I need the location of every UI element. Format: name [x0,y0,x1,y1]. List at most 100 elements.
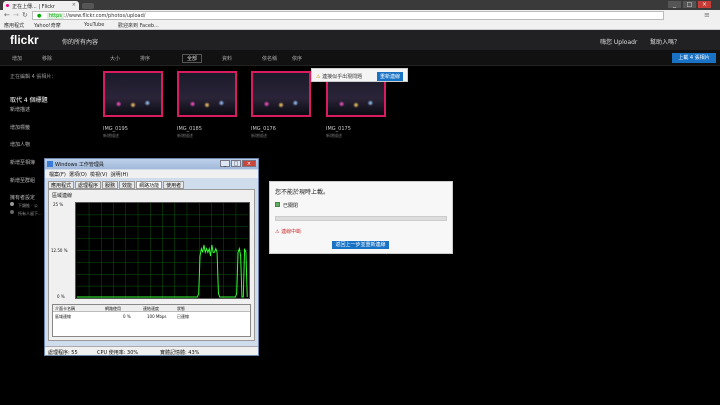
url-scheme: https [47,13,64,19]
photo-thumbnail[interactable] [103,71,163,117]
browser-tab-strip [0,0,720,10]
bookmark-apps[interactable]: 應用程式 [4,22,24,29]
cell-adapter: 區域連線 [55,314,71,319]
checkbox-icon[interactable] [275,202,280,207]
y-tick-label: 0 % [57,294,65,299]
y-tick-label: 12.50 % [51,248,68,253]
networking-panel: 區域連線 25 % 12.50 % 0 % 介面卡名稱 網路使用 連結速度 狀態… [48,189,255,341]
bookmark-youtube[interactable]: YouTube [84,22,104,28]
reconnect-button[interactable]: 重新連線 [376,72,403,81]
radio-icon[interactable] [10,202,14,206]
photo-description[interactable]: 新增描述 [103,133,119,139]
tab-services[interactable]: 服務 [102,181,119,189]
photo-description[interactable]: 新增描述 [251,133,267,139]
notice-text: 連接似乎出現問題 [322,74,363,80]
photo-name[interactable]: IMG_0175 [326,126,351,132]
back-arrow-icon[interactable]: ← [4,11,10,19]
adapter-list: 介面卡名稱 網路使用 連結速度 狀態 區域連線 0 % 100 Mbps 已連線 [52,304,251,337]
forward-arrow-icon[interactable]: → [13,11,19,19]
cell-state: 已連線 [177,314,189,319]
cell-speed: 100 Mbps [147,314,167,319]
photo-name[interactable]: IMG_0185 [177,126,202,132]
tab-users[interactable]: 使用者 [163,181,185,189]
flickr-header: 你的所有內容 嗨您 Uploadr 幫助入嗎？ [0,30,720,50]
upload-photos-button[interactable]: 上載 4 張相片 [672,53,716,63]
flickr-logo[interactable]: flickr [10,33,39,47]
toolbar-sort[interactable]: 排序 [140,55,150,62]
sidebar-license[interactable]: 所有人留下... [18,211,42,217]
toolbar-add[interactable]: 增加 [12,55,22,62]
tab-applications[interactable]: 應用程式 [48,181,75,189]
sidebar-add-tags[interactable]: 增加標籤 [10,124,30,131]
photo-description[interactable]: 新增描述 [326,133,342,139]
connection-notice: ⚠ 連接似乎出現問題 重新連線 [311,68,408,82]
upload-progress-bar [275,216,447,221]
photo-name[interactable]: IMG_0176 [251,126,276,132]
col-usage[interactable]: 網路使用 [105,306,121,312]
toolbar-info[interactable]: 資料 [222,55,232,62]
nav-your-content[interactable]: 你的所有內容 [62,37,98,46]
window-minimize-button[interactable]: _ [668,1,681,8]
task-manager-title: Windows 工作管理員 [55,162,104,168]
photo-description[interactable]: 新增描述 [177,133,193,139]
reload-icon[interactable]: ↻ [22,11,28,19]
menu-icon[interactable]: ≡ [704,11,710,19]
url-input[interactable]: ● https://www.flickr.com/photos/upload/ [32,11,664,20]
network-usage-series [76,244,248,298]
nav-help[interactable]: 幫助入嗎？ [650,37,680,46]
radio-icon[interactable] [10,210,14,214]
tab-processes[interactable]: 處理程序 [75,181,102,189]
sidebar-replace-titles[interactable]: 取代 4 個標題 [10,95,48,104]
tm-menu-view[interactable]: 檢視(V) [90,172,107,178]
cell-usage: 0 % [123,314,131,319]
toolbar-remove[interactable]: 移除 [42,55,52,62]
panel-label: 區域連線 [52,193,73,199]
tm-minimize-button[interactable]: _ [220,160,230,167]
col-state[interactable]: 狀態 [177,306,185,312]
y-tick-label: 25 % [53,202,64,207]
window-close-button[interactable]: × [698,1,711,8]
tm-menubar: 檔案(F) 選項(O) 檢視(V) 說明(H) [45,170,258,178]
tm-menu-help[interactable]: 說明(H) [111,172,129,178]
tm-maximize-button[interactable]: □ [231,160,241,167]
bookmark-yahoo[interactable]: Yahoo!奇摩 [34,22,61,29]
dialog-title: 您不能於現時上載。 [275,189,330,196]
photo-thumbnail[interactable] [177,71,237,117]
toolbar-size[interactable]: 大小 [110,55,120,62]
bookmarks-bar: 應用程式 Yahoo!奇摩 YouTube 歡迎來到 Faceb... [0,21,720,30]
toolbar-by-name[interactable]: 依名稱 [262,55,277,62]
sidebar-privacy[interactable]: 下類推 · 公 [18,203,38,209]
tm-close-button[interactable]: × [242,160,256,167]
new-tab-button[interactable] [82,3,94,9]
toolbar-all[interactable]: 全部 [182,54,203,63]
reconnect-dialog-button[interactable]: 返回上一步並重新連線 [332,241,389,249]
sidebar-owner-settings[interactable]: 擁有者設定 [10,194,35,201]
tab-close-icon[interactable]: × [72,2,76,8]
table-row[interactable]: 區域連線 0 % 100 Mbps 已連線 [53,313,250,320]
photo-thumbnail[interactable] [251,71,311,117]
sidebar-add-group[interactable]: 新增至群組 [10,177,35,184]
window-maximize-button[interactable]: □ [683,1,696,8]
tab-performance[interactable]: 效能 [119,181,136,189]
sidebar-add-album[interactable]: 新增至相簿 [10,159,35,166]
flickr-favicon-icon [6,4,9,7]
lock-icon: ● [37,13,42,19]
nav-user[interactable]: 嗨您 Uploadr [600,37,637,46]
tm-menu-file[interactable]: 檔案(F) [49,172,66,178]
tm-menu-options[interactable]: 選項(O) [69,172,87,178]
col-speed[interactable]: 連結速度 [143,306,159,312]
col-adapter[interactable]: 介面卡名稱 [55,306,75,312]
bookmark-facebook[interactable]: 歡迎來到 Faceb... [118,22,159,29]
status-cpu: CPU 使用率: 30% [97,350,139,356]
tab-networking[interactable]: 網路功能 [136,181,163,189]
warning-icon: ⚠ [316,74,321,80]
toolbar-by-order[interactable]: 依序 [292,55,302,62]
task-manager-app-icon [47,161,53,167]
browser-tab[interactable]: 正在上傳... | Flickr × [3,1,79,10]
photo-name[interactable]: IMG_0195 [103,126,128,132]
upload-error-dialog: 您不能於現時上載。 已關閉 ⚠ 連線中斷 返回上一步並重新連線 [269,181,453,254]
adapter-list-header: 介面卡名稱 網路使用 連結速度 狀態 [53,305,250,312]
sidebar-add-description[interactable]: 新增描述 [10,106,30,113]
dialog-warning: ⚠ 連線中斷 [275,229,302,235]
sidebar-add-people[interactable]: 增加人物 [10,141,30,148]
